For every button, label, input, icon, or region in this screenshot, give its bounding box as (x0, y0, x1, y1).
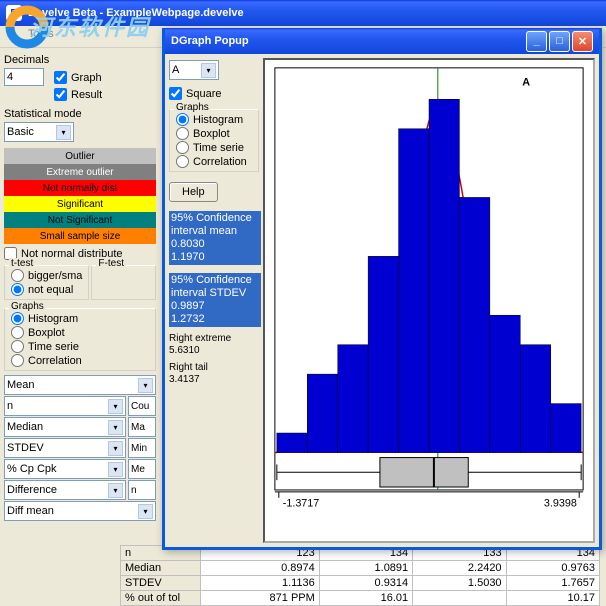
conf-mean-block[interactable]: 95% Confidence interval mean 0.8030 1.19… (169, 211, 261, 265)
legend-extreme: Extreme outlier (4, 164, 156, 180)
min-cell: Min (128, 438, 156, 458)
ttest-label: t-test (9, 258, 35, 269)
table-row: % out of tol871 PPM16.0110.17 (121, 591, 600, 606)
popup-time-radio[interactable]: Time serie (172, 141, 256, 154)
median-dropdown[interactable]: Median▾ (4, 417, 126, 437)
help-button[interactable]: Help (169, 182, 218, 202)
ma-cell: Ma (128, 417, 156, 437)
graph-corr-radio[interactable]: Correlation (7, 354, 153, 367)
ttest-bigger-radio[interactable]: bigger/sma (7, 269, 86, 282)
stat-mode-label: Statistical mode (4, 108, 156, 120)
decimals-label: Decimals (4, 54, 156, 66)
conf-stdev-block[interactable]: 95% Confidence interval STDEV 0.9897 1.2… (169, 273, 261, 327)
stdev-dropdown[interactable]: STDEV▾ (4, 438, 126, 458)
legend-small: Small sample size (4, 228, 156, 244)
result-checkbox[interactable]: Result (54, 87, 102, 102)
popup-icon: D (171, 35, 179, 47)
right-extreme-val: 5.6310 (169, 345, 259, 356)
popup-graphs-label: Graphs (174, 102, 211, 113)
legend-outlier: Outlier (4, 148, 156, 164)
decimals-input[interactable] (4, 68, 44, 86)
legend: Outlier Extreme outlier Not normally dis… (4, 148, 156, 244)
maximize-button[interactable]: □ (549, 31, 570, 52)
cou-cell: Cou (128, 396, 156, 416)
popup-left-panel: A▾ Square Graphs Histogram Boxplot Time … (165, 54, 263, 547)
dropdown-stack: Mean▾ n▾Cou Median▾Ma STDEV▾Min % Cp Cpk… (4, 375, 156, 521)
minimize-button[interactable]: _ (526, 31, 547, 52)
graph-box-radio[interactable]: Boxplot (7, 326, 153, 339)
popup-hist-radio[interactable]: Histogram (172, 113, 256, 126)
me-cell: Me (128, 459, 156, 479)
legend-notnorm: Not normally dist (4, 180, 156, 196)
diff-dropdown[interactable]: Difference▾ (4, 480, 126, 500)
mean-dropdown[interactable]: Mean▾ (4, 375, 156, 395)
right-tail-val: 3.4137 (169, 374, 259, 385)
left-panel: Decimals Graph Result Statistical mode B… (0, 48, 160, 526)
graph-checkbox[interactable]: Graph (54, 70, 102, 85)
right-extreme-label: Right extreme (169, 333, 259, 344)
watermark-text: 河东软件园 (30, 10, 150, 42)
graphs-label: Graphs (9, 301, 46, 312)
ftest-label: F-test (96, 258, 126, 269)
popup-box-radio[interactable]: Boxplot (172, 127, 256, 140)
square-checkbox[interactable]: Square (169, 86, 259, 101)
popup-corr-radio[interactable]: Correlation (172, 155, 256, 168)
popup-title: Graph Popup (179, 35, 249, 47)
data-table: n123134133134 Median0.89741.08912.24200.… (120, 545, 600, 606)
chart-series-label: A (522, 77, 530, 89)
right-tail-label: Right tail (169, 362, 259, 373)
diffmean-dropdown[interactable]: Diff mean▾ (4, 501, 156, 521)
graph-time-radio[interactable]: Time serie (7, 340, 153, 353)
chevron-down-icon: ▾ (56, 125, 71, 140)
legend-sig: Significant (4, 196, 156, 212)
table-row: STDEV1.11360.93141.50301.7657 (121, 576, 600, 591)
series-dropdown[interactable]: A▾ (169, 60, 219, 80)
chart-area: A (263, 58, 595, 543)
stat-mode-dropdown[interactable]: Basic▾ (4, 122, 74, 142)
x-max-label: 3.9398 (544, 498, 577, 510)
close-button[interactable]: ✕ (572, 31, 593, 52)
histogram-chart: A (265, 60, 593, 541)
popup-titlebar[interactable]: D Graph Popup _ □ ✕ (165, 28, 599, 54)
n-dropdown[interactable]: n▾ (4, 396, 126, 416)
graph-popup: D Graph Popup _ □ ✕ A▾ Square Graphs His… (162, 28, 602, 550)
x-min-label: -1.3717 (283, 498, 320, 510)
n-cell: n (128, 480, 156, 500)
ttest-notequal-radio[interactable]: not equal (7, 283, 86, 296)
legend-notsig: Not Significant (4, 212, 156, 228)
graph-hist-radio[interactable]: Histogram (7, 312, 153, 325)
table-row: Median0.89741.08912.24200.9763 (121, 561, 600, 576)
cpcpk-dropdown[interactable]: % Cp Cpk▾ (4, 459, 126, 479)
